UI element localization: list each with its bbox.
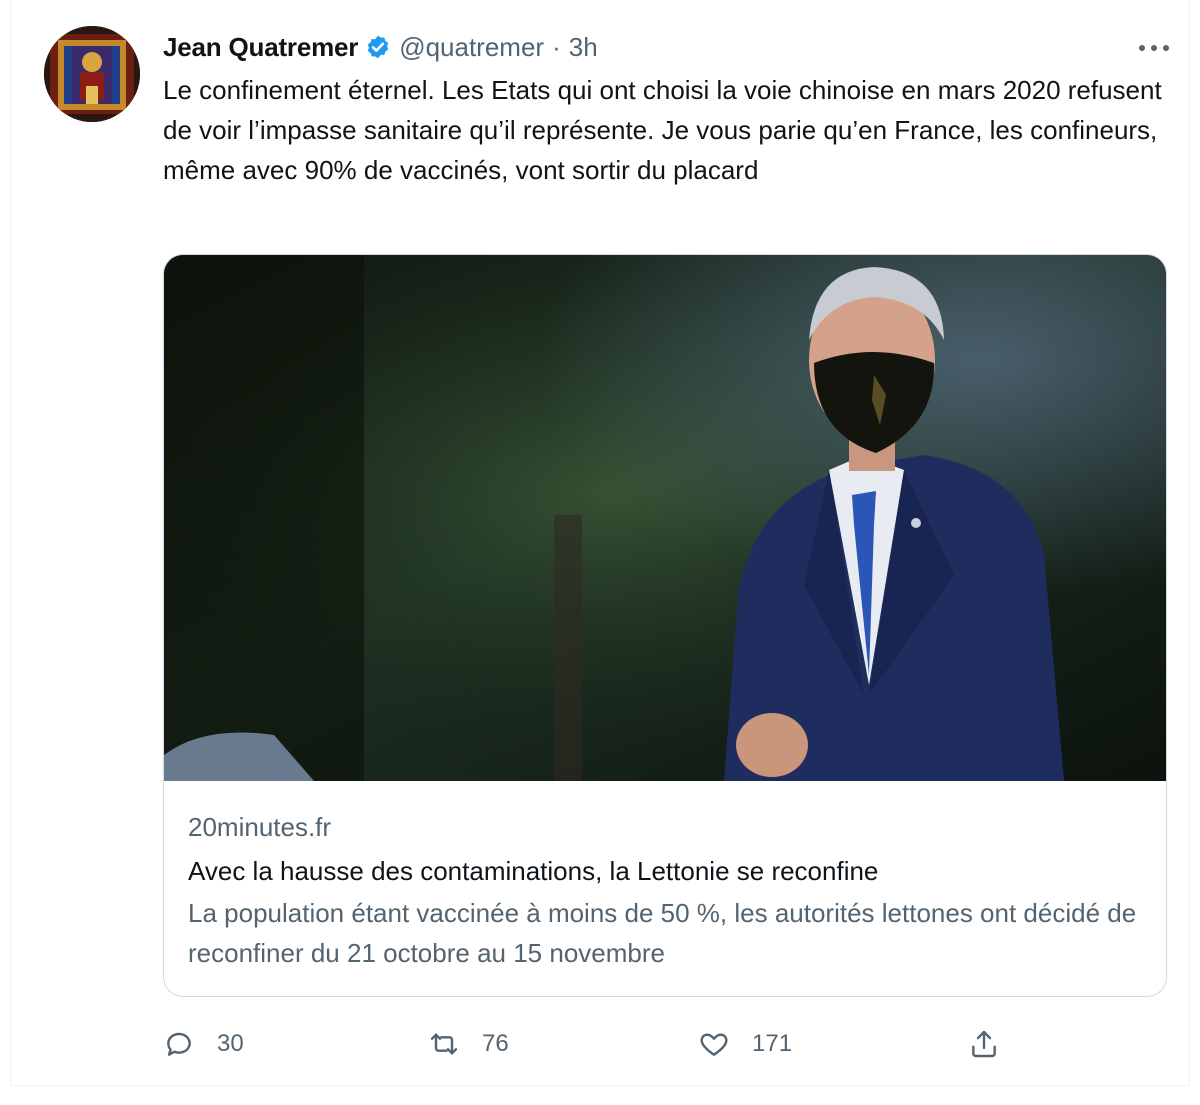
header-separator: · (552, 31, 561, 62)
share-upload-icon (972, 1030, 996, 1058)
link-card[interactable]: 20minutes.fr Avec la hausse des contamin… (163, 254, 1167, 997)
more-horizontal-icon (1139, 45, 1169, 51)
like-count: 171 (752, 1030, 793, 1057)
like-button[interactable]: 171 (698, 1022, 792, 1066)
author-handle[interactable]: @quatremer (399, 32, 544, 63)
heart-icon (700, 1033, 728, 1056)
share-button[interactable] (968, 1022, 1000, 1066)
card-domain: 20minutes.fr (188, 812, 332, 842)
speech-bubble-icon (167, 1032, 191, 1056)
avatar-image (44, 26, 140, 122)
author-name[interactable]: Jean Quatremer (163, 32, 358, 63)
card-meta: 20minutes.fr Avec la hausse des contamin… (188, 809, 1148, 973)
reply-count: 30 (217, 1030, 244, 1057)
tweet-actions: 30 76 171 (163, 1022, 1043, 1066)
reply-button[interactable]: 30 (163, 1022, 244, 1066)
verified-badge-icon (368, 35, 389, 59)
tweet-text: Le confinement éternel. Les Etats qui on… (163, 75, 1162, 185)
tweet-header: Jean Quatremer @quatremer · 3h (163, 30, 598, 64)
more-options-button[interactable] (1136, 36, 1172, 60)
card-image (164, 255, 1166, 781)
retweet-button[interactable]: 76 (428, 1022, 509, 1066)
retweet-arrows-icon (430, 1033, 458, 1055)
timestamp[interactable]: 3h (569, 32, 598, 63)
avatar[interactable] (44, 26, 140, 122)
card-description: La population étant vaccinée à moins de … (188, 898, 1137, 968)
card-headline: Avec la hausse des contaminations, la Le… (188, 856, 879, 886)
retweet-count: 76 (482, 1030, 509, 1057)
